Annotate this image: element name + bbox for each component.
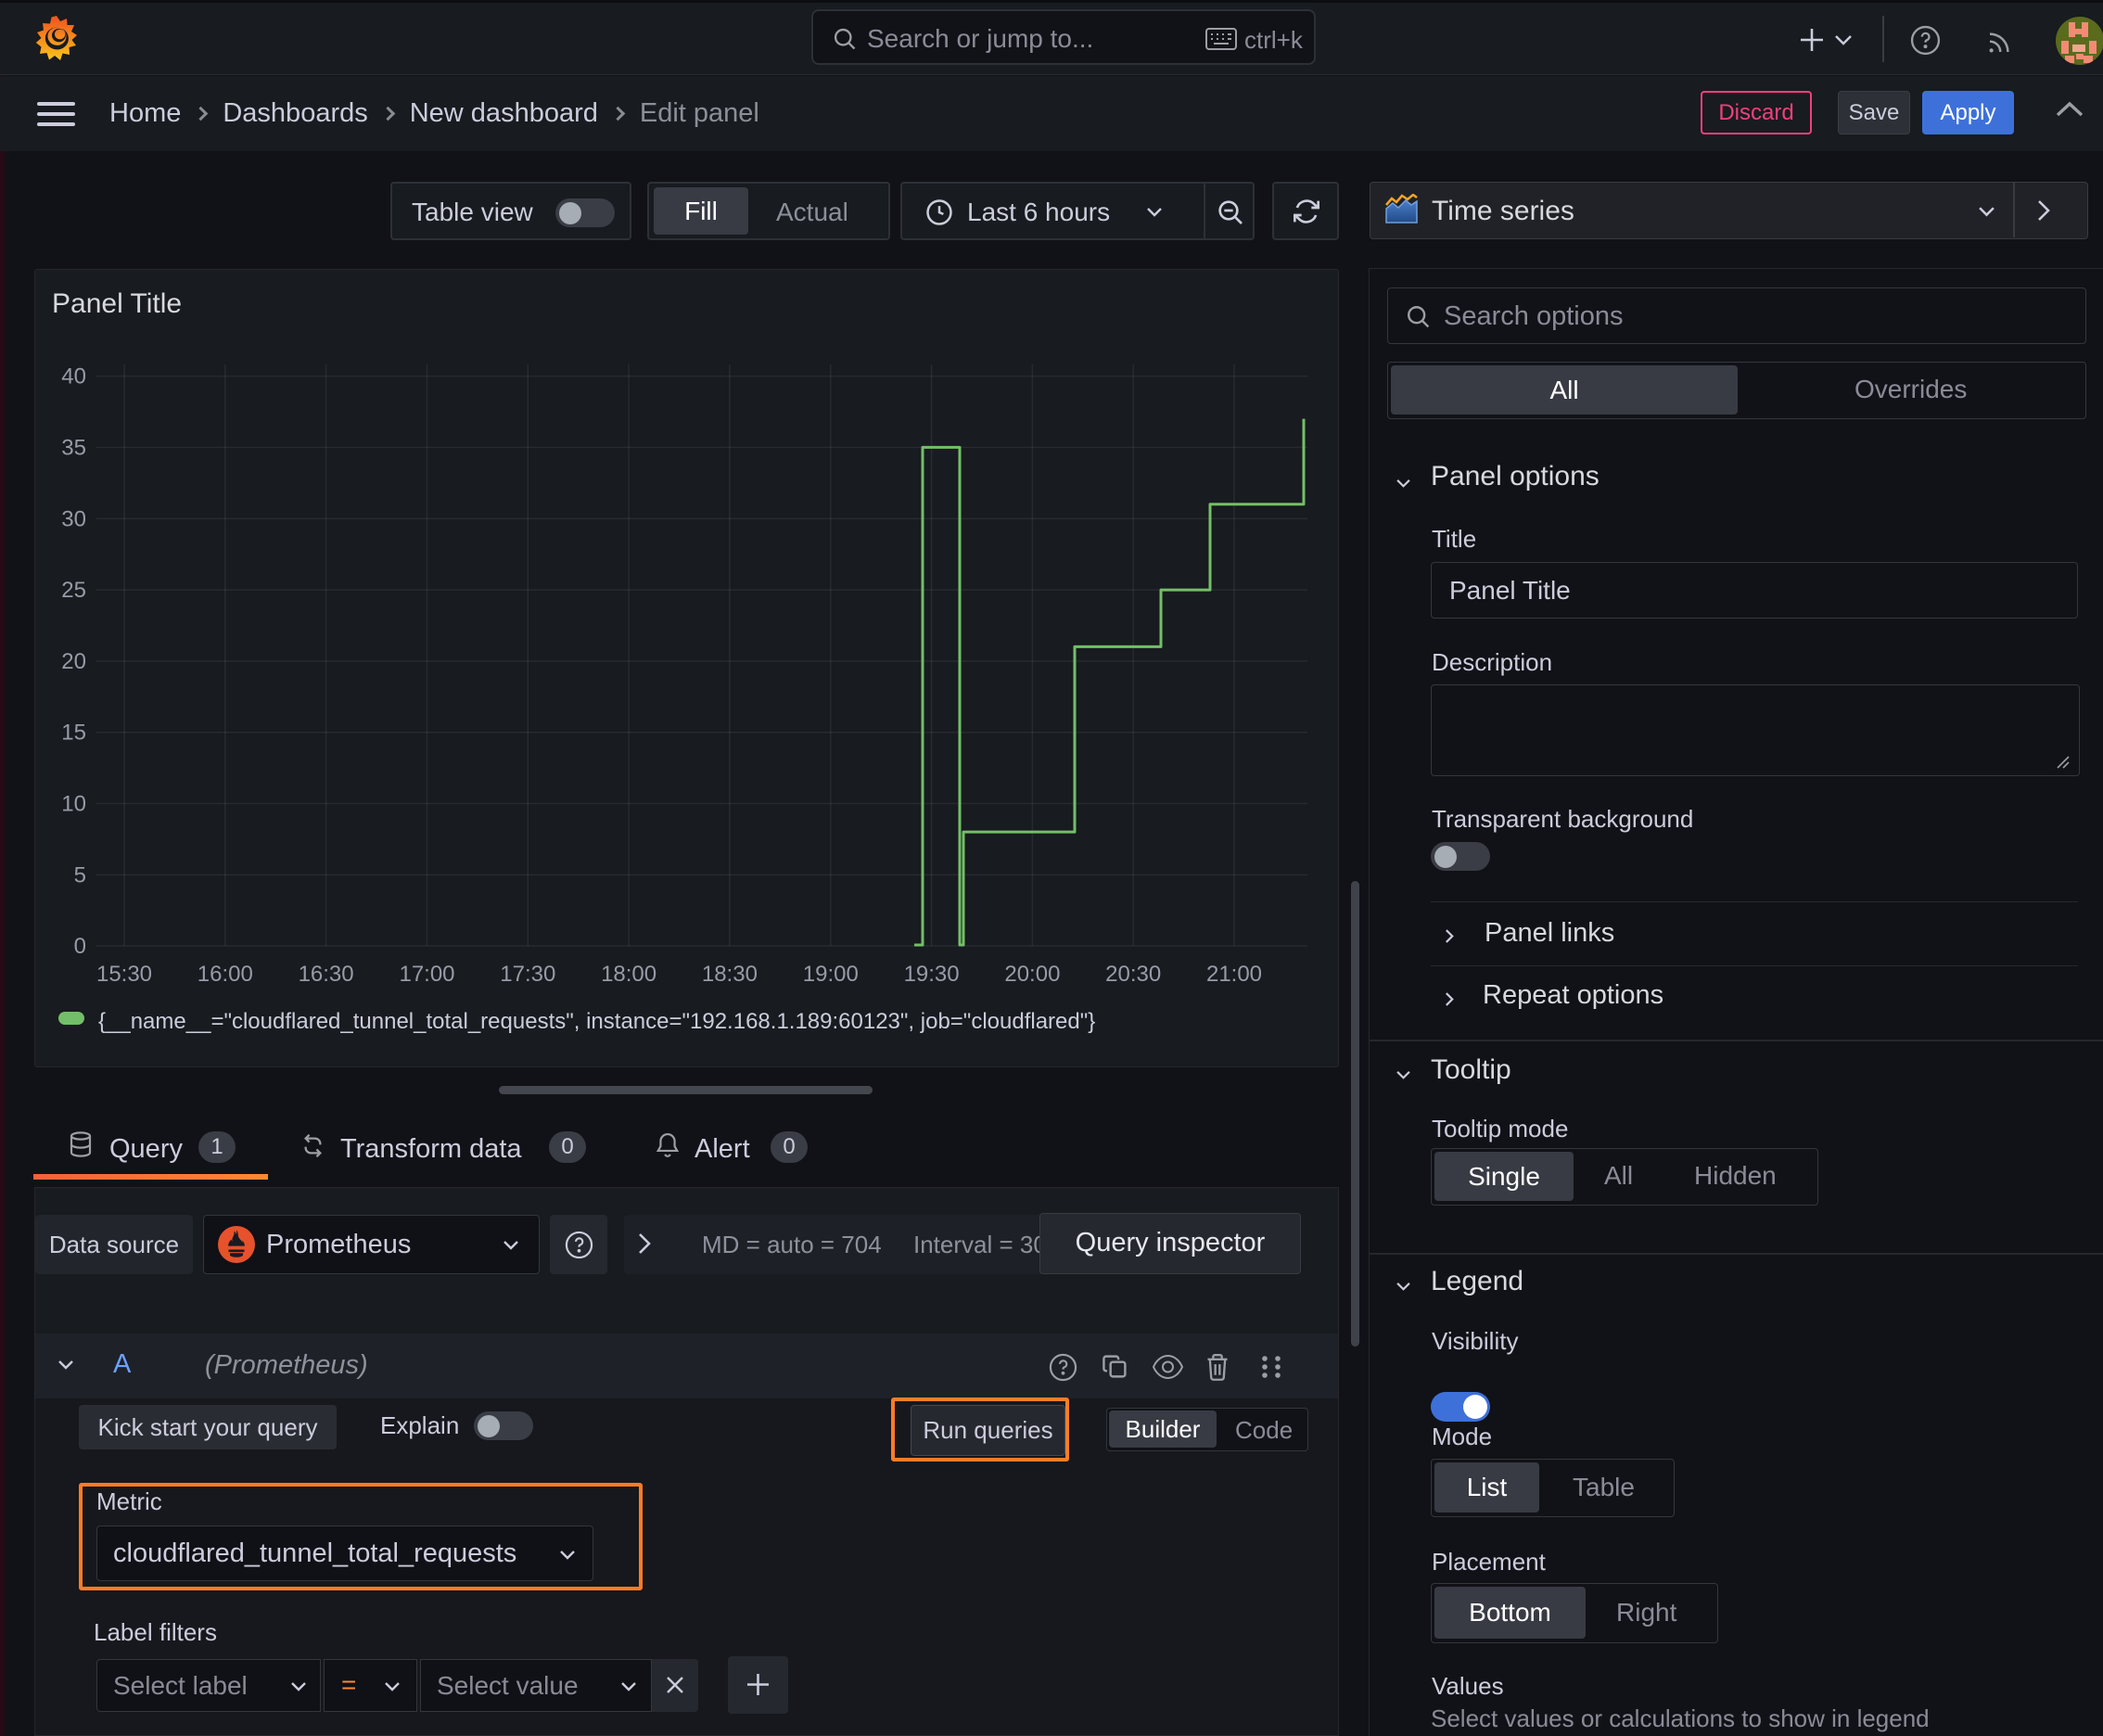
svg-text:30: 30 xyxy=(61,506,86,531)
svg-text:17:00: 17:00 xyxy=(399,962,454,987)
svg-text:15:30: 15:30 xyxy=(96,962,152,987)
svg-text:40: 40 xyxy=(61,364,86,389)
svg-text:35: 35 xyxy=(61,435,86,460)
svg-text:21:00: 21:00 xyxy=(1206,962,1262,987)
svg-text:19:00: 19:00 xyxy=(803,962,859,987)
svg-text:19:30: 19:30 xyxy=(904,962,960,987)
svg-text:16:30: 16:30 xyxy=(299,962,354,987)
svg-text:0: 0 xyxy=(74,934,86,959)
svg-text:16:00: 16:00 xyxy=(198,962,253,987)
svg-text:20:30: 20:30 xyxy=(1105,962,1161,987)
svg-text:5: 5 xyxy=(74,862,86,887)
svg-text:17:30: 17:30 xyxy=(500,962,555,987)
svg-text:{__name__="cloudflared_tunnel_: {__name__="cloudflared_tunnel_total_requ… xyxy=(98,1009,1095,1034)
svg-text:20:00: 20:00 xyxy=(1004,962,1060,987)
svg-text:15: 15 xyxy=(61,721,86,746)
svg-text:10: 10 xyxy=(61,792,86,817)
svg-text:18:30: 18:30 xyxy=(702,962,758,987)
svg-text:18:00: 18:00 xyxy=(601,962,656,987)
svg-text:25: 25 xyxy=(61,578,86,603)
svg-text:20: 20 xyxy=(61,649,86,674)
